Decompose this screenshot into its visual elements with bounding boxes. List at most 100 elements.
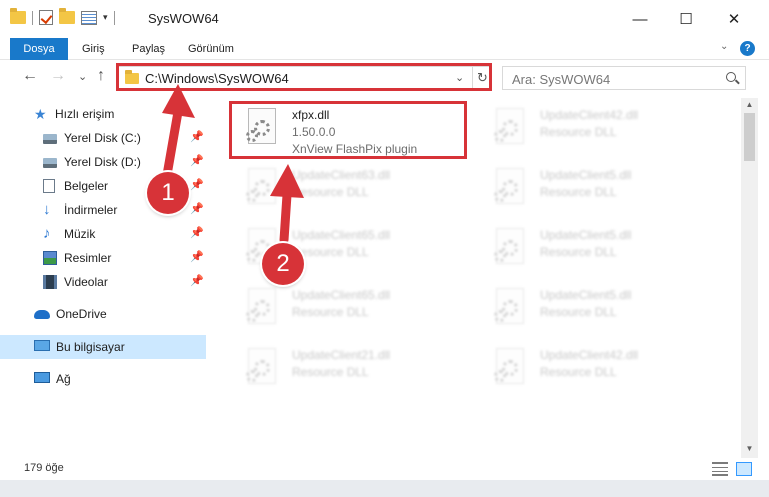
dll-file-icon	[492, 288, 528, 328]
sidebar-item-videos[interactable]: Videolar 📌	[0, 270, 206, 294]
file-type: Resource DLL	[540, 305, 617, 319]
window-title: SysWOW64	[148, 11, 219, 26]
back-button[interactable]: ←	[22, 67, 38, 85]
sidebar-item-label: İndirmeler	[64, 203, 118, 217]
documents-icon	[43, 179, 55, 193]
search-box[interactable]: Ara: SysWOW64	[502, 66, 746, 90]
status-bar: 179 öğe	[0, 458, 769, 480]
vertical-scrollbar[interactable]: ▲ ▼	[741, 98, 758, 458]
file-name: UpdateClient65.dll	[292, 288, 391, 302]
item-count: 179 öğe	[24, 462, 64, 474]
dll-file-icon	[244, 288, 280, 328]
tab-share[interactable]: Paylaş	[132, 38, 165, 60]
scrollbar-thumb[interactable]	[744, 113, 755, 161]
sidebar-item-pictures[interactable]: Resimler 📌	[0, 246, 206, 270]
maximize-button[interactable]: ☐	[663, 4, 709, 34]
sidebar-item-label: Müzik	[64, 227, 96, 241]
pin-icon: 📌	[190, 203, 204, 215]
sidebar-item-label: Resimler	[64, 251, 112, 265]
large-icons-view-button[interactable]	[736, 462, 752, 476]
pin-icon: 📌	[190, 179, 204, 191]
file-tile[interactable]: UpdateClient21.dll Resource DLL	[230, 340, 470, 396]
sidebar-item-local-disk-c[interactable]: Yerel Disk (C:) 📌	[0, 126, 206, 150]
sidebar-item-label: Bu bilgisayar	[56, 340, 125, 354]
pin-icon: 📌	[190, 227, 204, 239]
file-tile[interactable]: UpdateClient63.dll Resource DLL	[230, 160, 470, 216]
details-view-button[interactable]	[712, 462, 728, 476]
properties-icon[interactable]	[81, 10, 97, 25]
computer-icon	[34, 340, 50, 351]
file-type: Resource DLL	[540, 185, 617, 199]
dll-file-icon	[492, 228, 528, 268]
sidebar-item-label: Ağ	[56, 372, 71, 386]
close-button[interactable]: ✕	[711, 4, 757, 34]
file-type: Resource DLL	[292, 305, 369, 319]
sidebar-item-music[interactable]: ♪ Müzik 📌	[0, 222, 206, 246]
expand-ribbon-chevron-icon[interactable]: ⌄	[720, 41, 728, 52]
file-tile[interactable]: UpdateClient5.dll Resource DLL	[478, 280, 718, 336]
divider	[32, 10, 33, 25]
scroll-up-arrow-icon[interactable]: ▲	[741, 100, 758, 109]
quick-access-toolbar: ▾	[10, 8, 115, 25]
file-name: UpdateClient5.dll	[540, 228, 632, 242]
file-type: Resource DLL	[292, 245, 369, 259]
dll-file-icon	[492, 108, 528, 148]
divider	[113, 10, 115, 25]
sidebar-item-quick-access[interactable]: ★ Hızlı erişim	[0, 102, 206, 126]
file-type: Resource DLL	[540, 365, 617, 379]
recent-locations-button[interactable]: ⌄	[78, 70, 87, 83]
pin-icon: 📌	[190, 155, 204, 167]
new-folder-icon[interactable]	[59, 8, 75, 24]
sidebar-item-label: Hızlı erişim	[55, 107, 115, 121]
navigation-pane: ★ Hızlı erişim Yerel Disk (C:) 📌 Yerel D…	[0, 98, 206, 458]
cloud-icon	[34, 310, 50, 319]
up-button[interactable]: ↑	[97, 67, 105, 85]
dll-file-icon	[244, 168, 280, 208]
file-tile[interactable]: UpdateClient42.dll Resource DLL	[478, 340, 718, 396]
network-icon	[34, 372, 50, 383]
file-name: UpdateClient42.dll	[540, 108, 639, 122]
file-name: UpdateClient5.dll	[540, 168, 632, 182]
tab-view[interactable]: Görünüm	[188, 38, 234, 60]
window-bottom-edge	[0, 480, 769, 497]
file-type: Resource DLL	[540, 245, 617, 259]
pin-icon: 📌	[190, 275, 204, 287]
minimize-button[interactable]: —	[617, 4, 663, 34]
step-2-badge: 2	[262, 243, 304, 285]
dll-file-icon	[492, 348, 528, 388]
customize-toolbar-chevron-icon[interactable]: ▾	[103, 12, 108, 23]
pin-icon: 📌	[190, 251, 204, 263]
scroll-down-arrow-icon[interactable]: ▼	[741, 444, 758, 453]
forward-button[interactable]: →	[50, 67, 66, 85]
pin-icon: 📌	[190, 131, 204, 143]
step-1-badge: 1	[147, 172, 189, 214]
music-icon: ♪	[43, 225, 51, 242]
sidebar-item-onedrive[interactable]: OneDrive	[0, 302, 206, 326]
file-tile[interactable]: UpdateClient42.dll Resource DLL	[478, 100, 718, 156]
search-icon	[726, 72, 736, 82]
search-input[interactable]: Ara: SysWOW64	[512, 72, 610, 87]
sidebar-item-network[interactable]: Ağ	[0, 367, 206, 391]
file-type: Resource DLL	[292, 185, 369, 199]
tab-home[interactable]: Giriş	[82, 38, 105, 60]
file-highlight	[229, 101, 467, 159]
file-name: UpdateClient42.dll	[540, 348, 639, 362]
drive-icon	[43, 134, 57, 144]
downloads-icon: ↓	[43, 201, 51, 218]
sidebar-item-local-disk-d[interactable]: Yerel Disk (D:) 📌	[0, 150, 206, 174]
file-tile[interactable]: UpdateClient65.dll Resource DLL	[230, 280, 470, 336]
tab-file[interactable]: Dosya	[10, 38, 68, 60]
sidebar-item-label: Belgeler	[64, 179, 109, 193]
address-bar-highlight	[116, 63, 492, 91]
properties-check-icon[interactable]	[39, 10, 53, 25]
videos-icon	[43, 275, 57, 289]
pictures-icon	[43, 251, 57, 265]
file-name: UpdateClient21.dll	[292, 348, 391, 362]
file-tile[interactable]: UpdateClient5.dll Resource DLL	[478, 160, 718, 216]
sidebar-item-this-pc[interactable]: Bu bilgisayar	[0, 335, 206, 359]
help-icon[interactable]: ?	[740, 41, 755, 56]
file-tile[interactable]: UpdateClient5.dll Resource DLL	[478, 220, 718, 276]
file-name: UpdateClient63.dll	[292, 168, 391, 182]
sidebar-item-label: Yerel Disk (C:)	[64, 131, 141, 145]
sidebar-item-label: Yerel Disk (D:)	[64, 155, 141, 169]
